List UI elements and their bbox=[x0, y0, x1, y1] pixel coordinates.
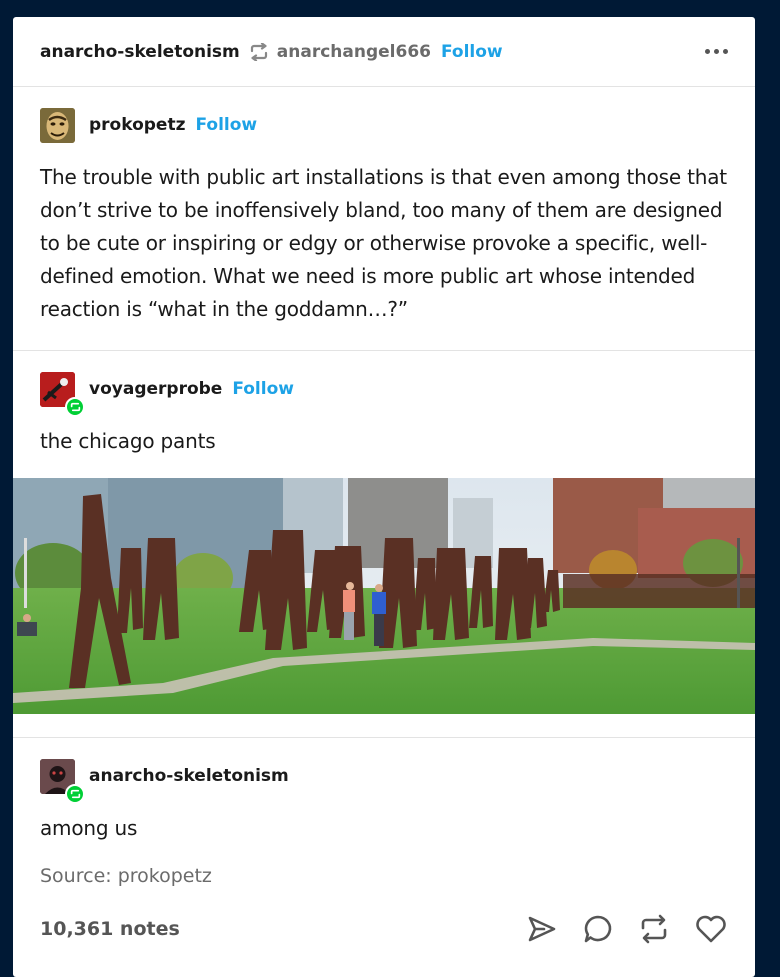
post-header: anarcho-skeletonism anarchangel666 Follo… bbox=[13, 17, 755, 87]
author-name[interactable]: voyagerprobe bbox=[89, 379, 222, 399]
post-card: anarcho-skeletonism anarchangel666 Follo… bbox=[13, 17, 755, 977]
notes-count[interactable]: 10,361 notes bbox=[40, 918, 180, 940]
reblog-trail-item: voyagerprobe Follow the chicago pants bbox=[13, 351, 755, 738]
reblog-badge-icon bbox=[65, 783, 85, 804]
post-actions bbox=[526, 913, 728, 945]
post-text: the chicago pants bbox=[40, 429, 216, 453]
reply-icon[interactable] bbox=[582, 913, 614, 945]
post-footer: 10,361 notes bbox=[40, 913, 728, 945]
reblog-trail-item: prokopetz Follow The trouble with public… bbox=[13, 87, 755, 351]
reblogged-from-link[interactable]: anarchangel666 bbox=[277, 42, 431, 62]
author-name[interactable]: anarcho-skeletonism bbox=[89, 766, 289, 786]
avatar[interactable] bbox=[40, 371, 85, 417]
share-icon[interactable] bbox=[526, 913, 558, 945]
avatar[interactable] bbox=[40, 758, 85, 804]
reblog-icon[interactable] bbox=[638, 913, 670, 945]
source-line: Source: prokopetz bbox=[40, 865, 728, 887]
author-row: voyagerprobe Follow bbox=[40, 371, 728, 417]
post-text: The trouble with public art installation… bbox=[40, 165, 727, 321]
post-photo[interactable] bbox=[13, 478, 755, 714]
author-row: anarcho-skeletonism bbox=[40, 758, 728, 804]
avatar[interactable] bbox=[40, 107, 75, 143]
post-content: voyagerprobe Follow the chicago pants bbox=[13, 371, 755, 458]
reblog-badge-icon bbox=[65, 396, 85, 417]
follow-button[interactable]: Follow bbox=[195, 115, 257, 135]
like-icon[interactable] bbox=[694, 913, 728, 945]
author-name[interactable]: prokopetz bbox=[89, 115, 185, 135]
follow-button[interactable]: Follow bbox=[232, 379, 294, 399]
post-text: among us bbox=[40, 816, 138, 840]
blog-name-link[interactable]: anarcho-skeletonism bbox=[40, 42, 240, 62]
reblog-trail-item: anarcho-skeletonism among us Source: pro… bbox=[13, 738, 755, 945]
author-row: prokopetz Follow bbox=[40, 107, 728, 143]
source-link[interactable]: Source: prokopetz bbox=[40, 865, 212, 887]
reblog-icon bbox=[249, 42, 269, 61]
more-icon[interactable] bbox=[705, 43, 728, 60]
follow-button[interactable]: Follow bbox=[441, 42, 503, 62]
